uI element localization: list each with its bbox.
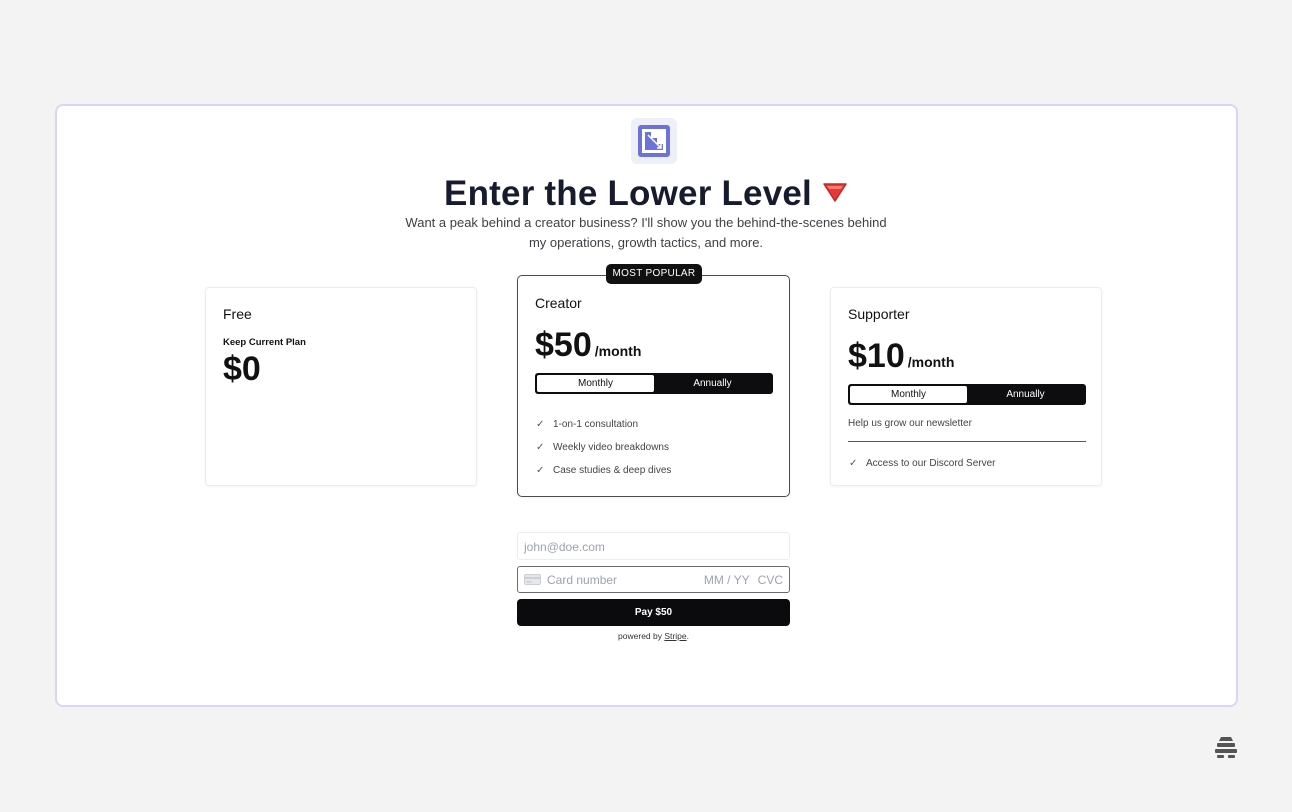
- feature-item: ✓ Access to our Discord Server: [849, 456, 996, 479]
- beehive-icon[interactable]: [1214, 736, 1238, 763]
- check-icon: ✓: [536, 465, 545, 476]
- plan-card-supporter[interactable]: Supporter $10/month Monthly Annually Hel…: [830, 287, 1102, 486]
- pay-button[interactable]: Pay $50: [517, 599, 790, 626]
- price-amount: $50: [535, 326, 592, 364]
- feature-list: ✓ 1-on-1 consultation ✓ Weekly video break…: [536, 417, 671, 486]
- price-period: /month: [907, 354, 955, 370]
- feature-text: 1-on-1 consultation: [553, 419, 639, 430]
- feature-item: ✓ Case studies & deep dives: [536, 463, 671, 486]
- price-amount: $10: [848, 337, 905, 375]
- red-triangle-down-icon: [822, 172, 848, 212]
- plan-name: Free: [223, 306, 252, 322]
- credit-card-icon: [524, 574, 541, 585]
- powered-prefix: powered by: [618, 631, 665, 641]
- toggle-monthly[interactable]: Monthly: [850, 386, 967, 403]
- plan-name: Creator: [535, 295, 582, 311]
- app-logo: [631, 118, 677, 164]
- billing-toggle: Monthly Annually: [535, 373, 773, 394]
- email-placeholder: john@doe.com: [524, 540, 605, 554]
- card-number-field[interactable]: Card number MM / YY CVC: [517, 566, 790, 593]
- toggle-annually[interactable]: Annually: [654, 375, 771, 392]
- stairs-logo-icon: [638, 125, 670, 157]
- page-title: Enter the Lower Level: [0, 172, 1292, 214]
- stripe-link[interactable]: Stripe: [664, 631, 686, 641]
- powered-suffix: .: [686, 631, 689, 641]
- feature-text: Access to our Discord Server: [866, 458, 996, 469]
- page-subtitle: Want a peak behind a creator business? I…: [405, 215, 887, 250]
- toggle-monthly[interactable]: Monthly: [537, 375, 654, 392]
- plan-price: $50/month: [535, 326, 641, 365]
- feature-list: ✓ Access to our Discord Server: [849, 456, 996, 479]
- feature-item: ✓ 1-on-1 consultation: [536, 417, 671, 440]
- price-period: /month: [594, 343, 642, 359]
- expiry-placeholder: MM / YY: [703, 572, 750, 587]
- powered-by-stripe: powered by Stripe.: [517, 631, 790, 641]
- plan-card-creator[interactable]: Creator $50/month Monthly Annually ✓ 1-on…: [517, 275, 790, 497]
- email-field[interactable]: john@doe.com: [517, 532, 790, 560]
- card-number-placeholder: Card number: [547, 572, 618, 587]
- check-icon: ✓: [536, 442, 545, 453]
- check-icon: ✓: [536, 419, 545, 430]
- plan-price: $0: [223, 350, 261, 389]
- plan-price: $10/month: [848, 337, 954, 376]
- toggle-annually[interactable]: Annually: [967, 386, 1084, 403]
- plan-note: Keep Current Plan: [223, 337, 306, 348]
- billing-toggle: Monthly Annually: [848, 384, 1086, 405]
- check-icon: ✓: [849, 458, 858, 469]
- price-amount: $0: [223, 350, 261, 388]
- feature-text: Case studies & deep dives: [553, 465, 672, 476]
- most-popular-badge: MOST POPULAR: [606, 264, 702, 284]
- cvc-placeholder: CVC: [757, 572, 783, 587]
- divider: [848, 441, 1086, 442]
- plan-name: Supporter: [848, 306, 910, 322]
- plan-description: Help us grow our newsletter: [848, 418, 972, 429]
- feature-item: ✓ Weekly video breakdowns: [536, 440, 671, 463]
- page-title-text: Enter the Lower Level: [444, 174, 812, 213]
- feature-text: Weekly video breakdowns: [553, 442, 669, 453]
- plan-card-free[interactable]: Free Keep Current Plan $0: [205, 287, 477, 486]
